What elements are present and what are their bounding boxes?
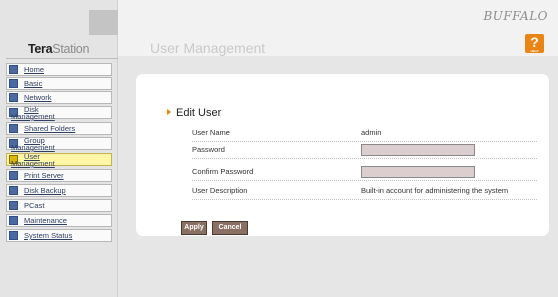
help-button[interactable]: ? HELP — [525, 34, 544, 53]
network-icon — [9, 93, 18, 102]
sidebar-item-pcast[interactable]: PCast — [6, 199, 112, 212]
sidebar-item-basic[interactable]: Basic — [6, 77, 112, 90]
sidebar-item-disk-backup[interactable]: Disk Backup — [6, 184, 112, 197]
status-icon — [9, 231, 18, 240]
basic-settings-icon — [9, 79, 18, 88]
logo-block — [89, 10, 118, 35]
sidebar-item-system-status[interactable]: System Status — [6, 229, 112, 242]
divider — [6, 58, 118, 59]
user-name-row: User Name admin — [192, 125, 537, 142]
description-value: Built-in account for administering the s… — [361, 186, 509, 195]
description-label: User Description — [192, 186, 248, 195]
help-icon: ? — [530, 34, 539, 50]
confirm-password-row: Confirm Password — [192, 164, 537, 181]
main-content: Edit User User Name admin Password Confi… — [118, 56, 558, 297]
section-title: Edit User — [176, 107, 222, 119]
section-header: Edit User — [167, 103, 221, 121]
description-row: User Description Built-in account for ad… — [192, 183, 537, 200]
password-label: Password — [192, 145, 225, 154]
brand-logo: BUFFALO — [483, 9, 548, 23]
sidebar: TeraStation Home Basic Network Disk Mana… — [0, 0, 118, 297]
sidebar-item-shared-folders[interactable]: Shared Folders — [6, 122, 112, 135]
user-name-value: admin — [361, 128, 382, 137]
user-name-label: User Name — [192, 128, 230, 137]
sidebar-item-maintenance[interactable]: Maintenance — [6, 214, 112, 227]
row-divider — [192, 180, 537, 181]
folder-icon — [9, 124, 18, 133]
cancel-button[interactable]: Cancel — [212, 221, 248, 235]
row-divider — [192, 158, 537, 159]
terastation-logo: TeraStation — [28, 42, 90, 56]
home-icon — [9, 65, 18, 74]
confirm-password-input[interactable] — [361, 166, 475, 178]
header: BUFFALO User Management — [118, 0, 558, 56]
arrow-right-icon — [167, 109, 171, 115]
password-row: Password — [192, 142, 537, 159]
sidebar-item-disk-management[interactable]: Disk Management — [6, 106, 112, 120]
sidebar-item-home[interactable]: Home — [6, 63, 112, 76]
password-input[interactable] — [361, 144, 475, 156]
edit-user-panel: Edit User User Name admin Password Confi… — [136, 74, 549, 236]
confirm-password-label: Confirm Password — [192, 167, 254, 176]
sidebar-item-network[interactable]: Network — [6, 91, 112, 104]
sidebar-item-user-management[interactable]: User Management — [6, 153, 112, 167]
printer-icon — [9, 171, 18, 180]
backup-icon — [9, 186, 18, 195]
row-divider — [192, 199, 537, 200]
apply-button[interactable]: Apply — [181, 221, 207, 235]
page-title: User Management — [150, 40, 266, 56]
pcast-icon — [9, 201, 18, 210]
sidebar-item-group-management[interactable]: Group Management — [6, 137, 112, 151]
help-caption: HELP — [530, 49, 539, 53]
wrench-icon — [9, 216, 18, 225]
sidebar-item-print-server[interactable]: Print Server — [6, 169, 112, 182]
